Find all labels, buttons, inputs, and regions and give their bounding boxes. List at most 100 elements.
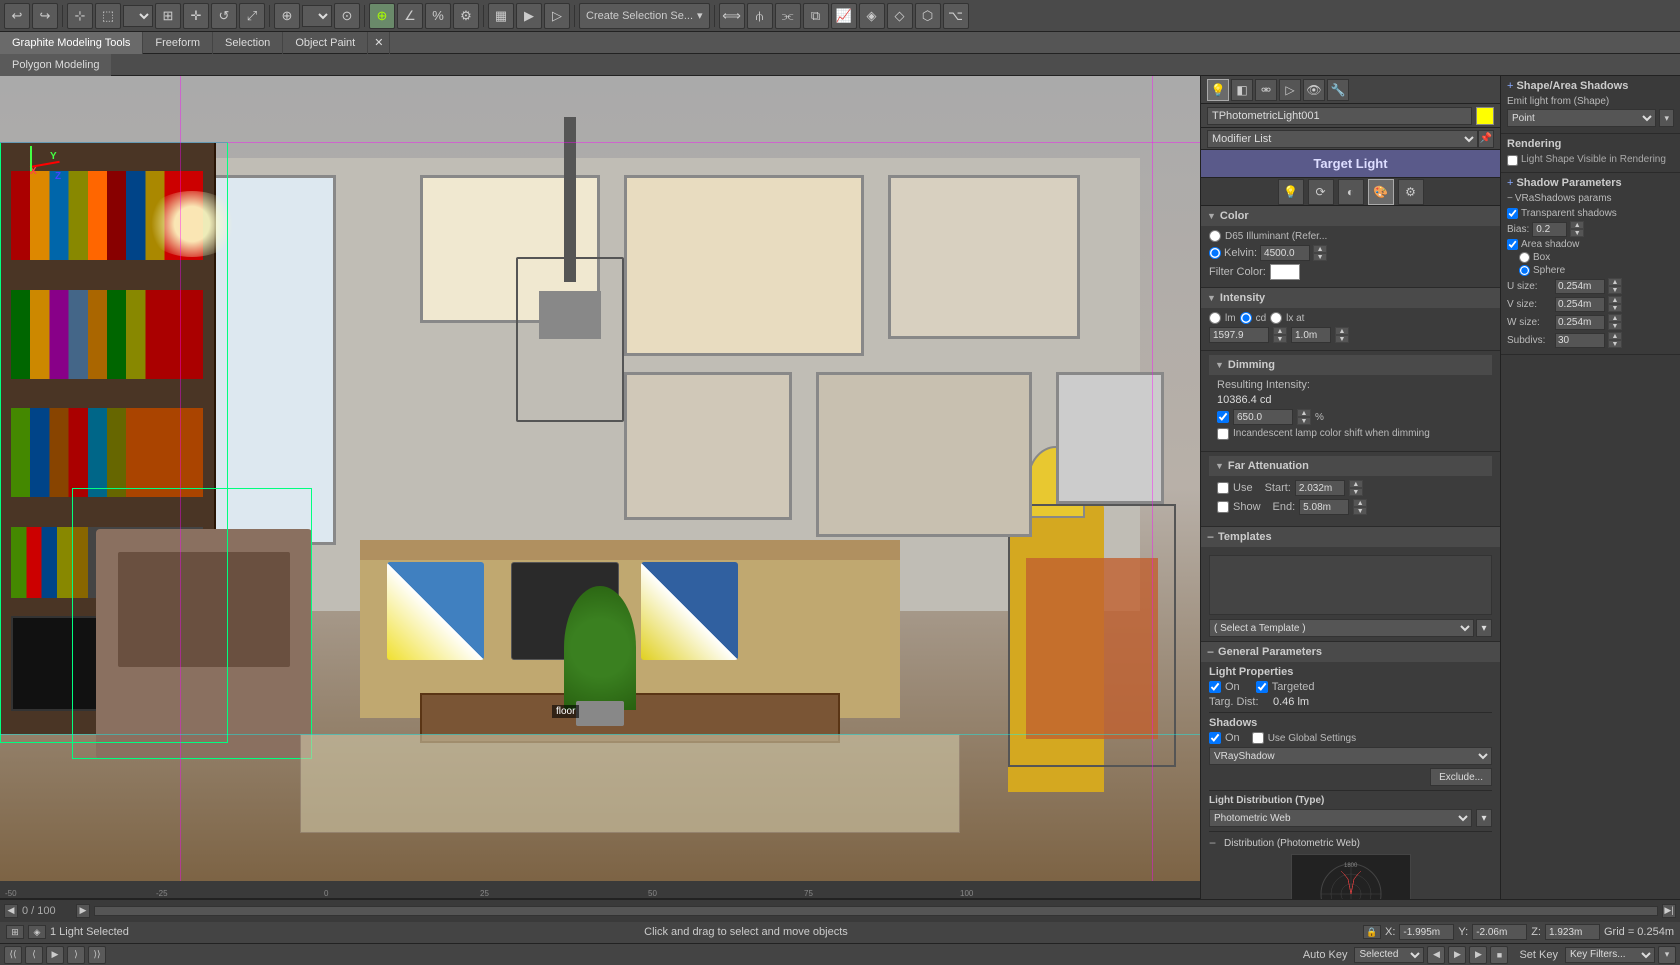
panel-icon-settings[interactable]: ⚙ [1398,179,1424,205]
timeline-next-btn[interactable]: ▶ [76,904,90,918]
lock-icon[interactable]: 🔒 [1363,925,1381,939]
panel-icon-color[interactable]: 🎨 [1368,179,1394,205]
prop-icon-modify[interactable]: ◧ [1231,79,1253,101]
box-radio[interactable] [1519,252,1530,263]
ld-arrow[interactable]: ▾ [1476,809,1492,827]
shadows-on-check[interactable] [1209,732,1221,744]
modifier-list-dropdown[interactable]: Modifier List [1207,130,1478,148]
select-all-dropdown[interactable]: All [123,5,153,27]
rendering-header[interactable]: Rendering [1507,138,1674,150]
atten-end-down[interactable]: ▼ [1353,507,1367,515]
y-coord-input[interactable] [1472,924,1527,940]
schematic-btn[interactable]: ◈ [859,3,885,29]
select-filter-btn[interactable]: ⊞ [155,3,181,29]
prop-icon-display[interactable]: 👁 [1303,79,1325,101]
pivot-btn[interactable]: ⊙ [334,3,360,29]
tab-freeform[interactable]: Freeform [143,32,213,54]
view-dropdown[interactable]: View [302,5,332,27]
subdivs-up[interactable]: ▲ [1608,332,1622,340]
kelvin-spin-down[interactable]: ▼ [1313,253,1327,261]
snap-toggle[interactable]: ⊕ [369,3,395,29]
mirror-btn[interactable]: ⟺ [719,3,745,29]
panel-icon-intensity[interactable]: ⟳ [1308,179,1334,205]
select-region-btn[interactable]: ⬚ [95,3,121,29]
rotate-btn[interactable]: ↺ [211,3,237,29]
object-color-swatch[interactable] [1476,107,1494,125]
align2-btn[interactable]: ⫘ [775,3,801,29]
kelvin-spin-up[interactable]: ▲ [1313,245,1327,253]
attenuation-header[interactable]: ▼ Far Attenuation [1209,456,1492,476]
redo-btn[interactable]: ↪ [32,3,58,29]
intensity-spin-down[interactable]: ▼ [1273,335,1287,343]
quick-render-btn[interactable]: ▷ [544,3,570,29]
render-explorer-btn[interactable]: ⬡ [915,3,941,29]
viewport-container[interactable]: + [ VRayPhysicalCamera001 ] [ Smooth + H… [0,76,1200,899]
prev-frame-btn[interactable]: ◀ [1427,946,1445,964]
prop-icon-utility[interactable]: 🔧 [1327,79,1349,101]
atten-end-up[interactable]: ▲ [1353,499,1367,507]
atten-start-down[interactable]: ▼ [1349,488,1363,496]
angle-snap[interactable]: ∠ [397,3,423,29]
dimming-enable-check[interactable] [1217,411,1229,423]
area-shadow-check[interactable] [1507,239,1518,250]
prop-icon-light[interactable]: 💡 [1207,79,1229,101]
tab-close[interactable]: ✕ [368,32,390,54]
shadow-type-select[interactable]: VRayShadow [1209,747,1492,765]
transparent-shadows-check[interactable] [1507,208,1518,219]
dimming-percent-input[interactable] [1233,409,1293,425]
intensity-header[interactable]: ▼ Intensity [1201,288,1500,308]
spinner-snap[interactable]: ⚙ [453,3,479,29]
tab-graphite[interactable]: Graphite Modeling Tools [0,32,143,54]
d65-radio[interactable] [1209,230,1221,242]
move-btn[interactable]: ✛ [183,3,209,29]
exclude-btn[interactable]: Exclude... [1430,768,1492,786]
filter-color-swatch[interactable] [1270,264,1300,280]
dimming-header[interactable]: ▼ Dimming [1209,355,1492,375]
reference-coord-btn[interactable]: ⊕ [274,3,300,29]
kelvin-input[interactable] [1260,245,1310,261]
modifier-pin-btn[interactable]: 📌 [1478,130,1494,148]
dimming-pct-up[interactable]: ▲ [1297,409,1311,417]
render-btn[interactable]: ▶ [516,3,542,29]
lp-targeted-check[interactable] [1256,681,1268,693]
ld-type-select[interactable]: Photometric Web [1209,809,1472,827]
key-filters-arrow[interactable]: ▾ [1658,946,1676,964]
emit-type-select[interactable]: Point [1507,109,1656,127]
usize-up[interactable]: ▲ [1608,278,1622,286]
layer-btn[interactable]: ⧉ [803,3,829,29]
intensity-at-down[interactable]: ▼ [1335,335,1349,343]
material-editor-btn[interactable]: ◇ [887,3,913,29]
subdivs-input[interactable] [1555,333,1605,348]
lx-radio[interactable] [1270,312,1282,324]
sphere-radio[interactable] [1519,265,1530,276]
align-btn[interactable]: ⫛ [747,3,773,29]
cd-radio[interactable] [1240,312,1252,324]
bias-input[interactable] [1532,222,1567,237]
script-btn[interactable]: ⌥ [943,3,969,29]
shadow-params-header[interactable]: + Shadow Parameters [1507,177,1674,189]
lm-radio[interactable] [1209,312,1221,324]
vsize-down[interactable]: ▼ [1608,304,1622,312]
atten-use-check[interactable] [1217,482,1229,494]
template-select[interactable]: ( Select a Template ) [1209,619,1474,637]
status-icon-1[interactable]: ⊞ [6,925,24,939]
intensity-at-input[interactable] [1291,327,1331,343]
kelvin-radio[interactable] [1209,247,1221,259]
object-name-input[interactable] [1207,107,1472,125]
undo-btn[interactable]: ↩ [4,3,30,29]
status-icon-2[interactable]: ◈ [28,925,46,939]
global-settings-check[interactable] [1252,732,1264,744]
anim-btn4[interactable]: ⟩ [67,946,85,964]
next-frame-btn[interactable]: ▶ [1469,946,1487,964]
track-view-btn[interactable]: 📈 [831,3,857,29]
anim-btn1[interactable]: ⟨⟨ [4,946,22,964]
templates-header[interactable]: − Templates [1201,527,1500,547]
wsize-up[interactable]: ▲ [1608,314,1622,322]
color-section-header[interactable]: ▼ Color [1201,206,1500,226]
light-shape-visible-check[interactable] [1507,155,1518,166]
render-setup-btn[interactable]: ▦ [488,3,514,29]
atten-start-up[interactable]: ▲ [1349,480,1363,488]
emit-type-arrow[interactable]: ▾ [1659,109,1674,127]
play-btn[interactable]: ▶ [1448,946,1466,964]
lp-on-check[interactable] [1209,681,1221,693]
